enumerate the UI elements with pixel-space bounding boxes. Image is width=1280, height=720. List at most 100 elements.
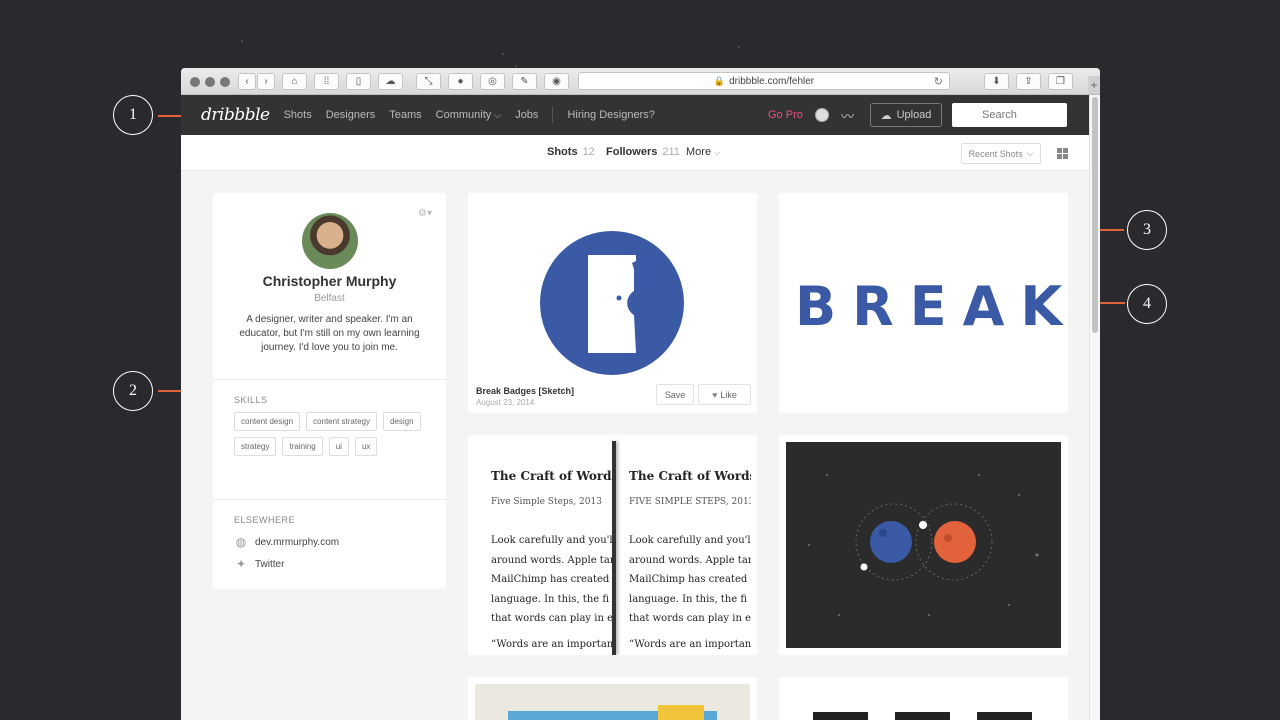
share-button[interactable]: ⇪ (1016, 73, 1041, 90)
nav-jobs[interactable]: Jobs (515, 109, 538, 121)
tab-followers-count: 211 (662, 146, 680, 158)
website-link-label: dev.mrmurphy.com (255, 536, 340, 548)
skill-tag[interactable]: content design (234, 412, 301, 431)
nav-shots[interactable]: Shots (284, 109, 312, 121)
home-button[interactable]: ⌂ (282, 73, 307, 90)
upload-button[interactable]: ☁ Upload (870, 103, 942, 127)
home-icon: ⌂ (291, 76, 298, 87)
tab-shots-count: 12 (582, 146, 595, 158)
sidebar-icon: ▯ (355, 76, 362, 87)
dribbble-logo[interactable]: dribbble (201, 105, 270, 125)
pin-extension-button[interactable]: ✎ (512, 73, 537, 90)
craft-subtitle: Five Simple Steps, 2013 (491, 497, 602, 507)
skill-tag[interactable]: ui (328, 437, 349, 456)
craft-subtitle: FIVE SIMPLE STEPS, 2013 (629, 497, 751, 507)
chevron-left-icon: ‹ (245, 76, 249, 87)
globe-icon: ◍ (235, 535, 247, 549)
icloud-button[interactable]: ☁ (378, 73, 403, 90)
fullscreen-extension-button[interactable]: ⤡ (416, 73, 441, 90)
skill-tag[interactable]: ux (354, 437, 378, 456)
twitter-link[interactable]: ✦ Twitter (234, 557, 284, 571)
shot-date: August 23, 2014 (476, 398, 535, 407)
shot-card[interactable] (779, 435, 1068, 655)
browser-window: ‹ › ⌂ ⁞⁞ ▯ ☁ ⤡ ● ◎ ✎ ◉ 🔒 dribbble.com/fe… (181, 68, 1100, 720)
craft-quote: “Words are an importan (491, 639, 612, 650)
skill-tag[interactable]: strategy (234, 437, 277, 456)
new-tab-button[interactable]: + (1088, 76, 1100, 94)
close-window-button[interactable] (190, 77, 200, 87)
tabs-overview-button[interactable]: ❐ (1048, 73, 1073, 90)
craft-left-page: The Craft of Words, Five Simple Steps, 2… (491, 435, 612, 655)
upload-label: Upload (896, 109, 932, 121)
save-button[interactable]: Save (656, 384, 694, 405)
website-link[interactable]: ◍ dev.mrmurphy.com (234, 535, 339, 549)
shot-title[interactable]: Break Badges [Sketch] (476, 386, 574, 396)
chevron-down-icon: ⌵ (1026, 148, 1034, 158)
sort-select-value: Recent Shots (968, 148, 1023, 159)
drop-extension-button[interactable]: ● (448, 73, 473, 90)
downloads-button[interactable]: ⬇ (984, 73, 1009, 90)
shot-card[interactable]: BREAK (779, 193, 1068, 413)
minimize-window-button[interactable] (205, 77, 215, 87)
top-sites-button[interactable]: ⁞⁞ (314, 73, 339, 90)
go-pro-link[interactable]: Go Pro (768, 109, 803, 121)
download-icon: ⬇ (992, 76, 1001, 87)
profile-card: ⚙▾ Christopher Murphy Belfast A designer… (213, 193, 446, 589)
like-label: Like (720, 389, 737, 400)
browser-toolbar: ‹ › ⌂ ⁞⁞ ▯ ☁ ⤡ ● ◎ ✎ ◉ 🔒 dribbble.com/fe… (181, 68, 1100, 95)
g-icon: ◉ (552, 76, 561, 87)
planets-illustration (786, 442, 1061, 648)
zoom-window-button[interactable] (220, 77, 230, 87)
skill-tag[interactable]: training (282, 437, 323, 456)
nav-hiring-designers[interactable]: Hiring Designers? (567, 109, 654, 121)
craft-line: around words. Apple tar (629, 554, 751, 566)
grid-view-icon[interactable] (1057, 148, 1068, 159)
vertical-scrollbar[interactable] (1089, 95, 1100, 720)
craft-line: MailChimp has created (491, 574, 610, 585)
tab-followers[interactable]: Followers 211 (606, 146, 680, 158)
craft-of-words-image: The Craft of Words, Five Simple Steps, 2… (468, 435, 757, 655)
craft-line: Look carefully and you'l (491, 535, 612, 546)
tab-more[interactable]: More ⌵ (686, 146, 720, 158)
gear-icon[interactable]: ⚙▾ (418, 208, 432, 219)
share-icon: ⇪ (1024, 76, 1033, 87)
nav-designers[interactable]: Designers (326, 109, 376, 121)
skill-tag[interactable]: content strategy (306, 412, 377, 431)
twitter-icon: ✦ (235, 557, 247, 571)
password-extension-button[interactable]: ◎ (480, 73, 505, 90)
skill-tag[interactable]: design (382, 412, 421, 431)
break-badge-image (540, 231, 684, 375)
craft-line: MailChimp has created (629, 574, 748, 585)
sidebar-button[interactable]: ▯ (346, 73, 371, 90)
craft-heading: The Craft of Words, (491, 469, 612, 483)
nav-community[interactable]: Community ⌵ (436, 109, 502, 121)
grammar-extension-button[interactable]: ◉ (544, 73, 569, 90)
shot-card[interactable] (468, 677, 757, 720)
shot-thumbnail-shape (977, 712, 1032, 720)
craft-line: language. In this, the fi (629, 593, 748, 605)
callout-4: 4 (1127, 284, 1167, 324)
shot-thumbnail-shape (813, 712, 868, 720)
forward-button[interactable]: › (257, 73, 275, 90)
drop-icon: ● (457, 76, 464, 87)
like-button[interactable]: ♥ Like (698, 384, 751, 405)
nav-teams[interactable]: Teams (389, 109, 421, 121)
search-input[interactable] (952, 103, 1067, 127)
user-avatar[interactable] (815, 108, 829, 122)
section-divider (213, 379, 446, 380)
craft-line: that words can play in e (491, 613, 612, 624)
activity-icon[interactable]: 〰 (841, 106, 854, 125)
pin-icon: ✎ (520, 76, 529, 87)
scrollbar-thumb[interactable] (1092, 97, 1098, 333)
sort-select[interactable]: Recent Shots ⌵ (961, 143, 1041, 164)
back-button[interactable]: ‹ (238, 73, 256, 90)
craft-quote: “Words are an importan (629, 639, 751, 650)
shot-card[interactable]: The Craft of Words, Five Simple Steps, 2… (468, 435, 757, 655)
shot-card[interactable] (779, 677, 1068, 720)
craft-line: Look carefully and you'l (629, 535, 751, 546)
tab-shots[interactable]: Shots 12 (547, 146, 595, 158)
expand-icon: ⤡ (424, 76, 433, 87)
address-bar[interactable]: 🔒 dribbble.com/fehler ↻ (578, 72, 950, 90)
shot-card[interactable]: Break Badges [Sketch] August 23, 2014 Sa… (468, 193, 757, 413)
reload-icon[interactable]: ↻ (934, 75, 943, 88)
